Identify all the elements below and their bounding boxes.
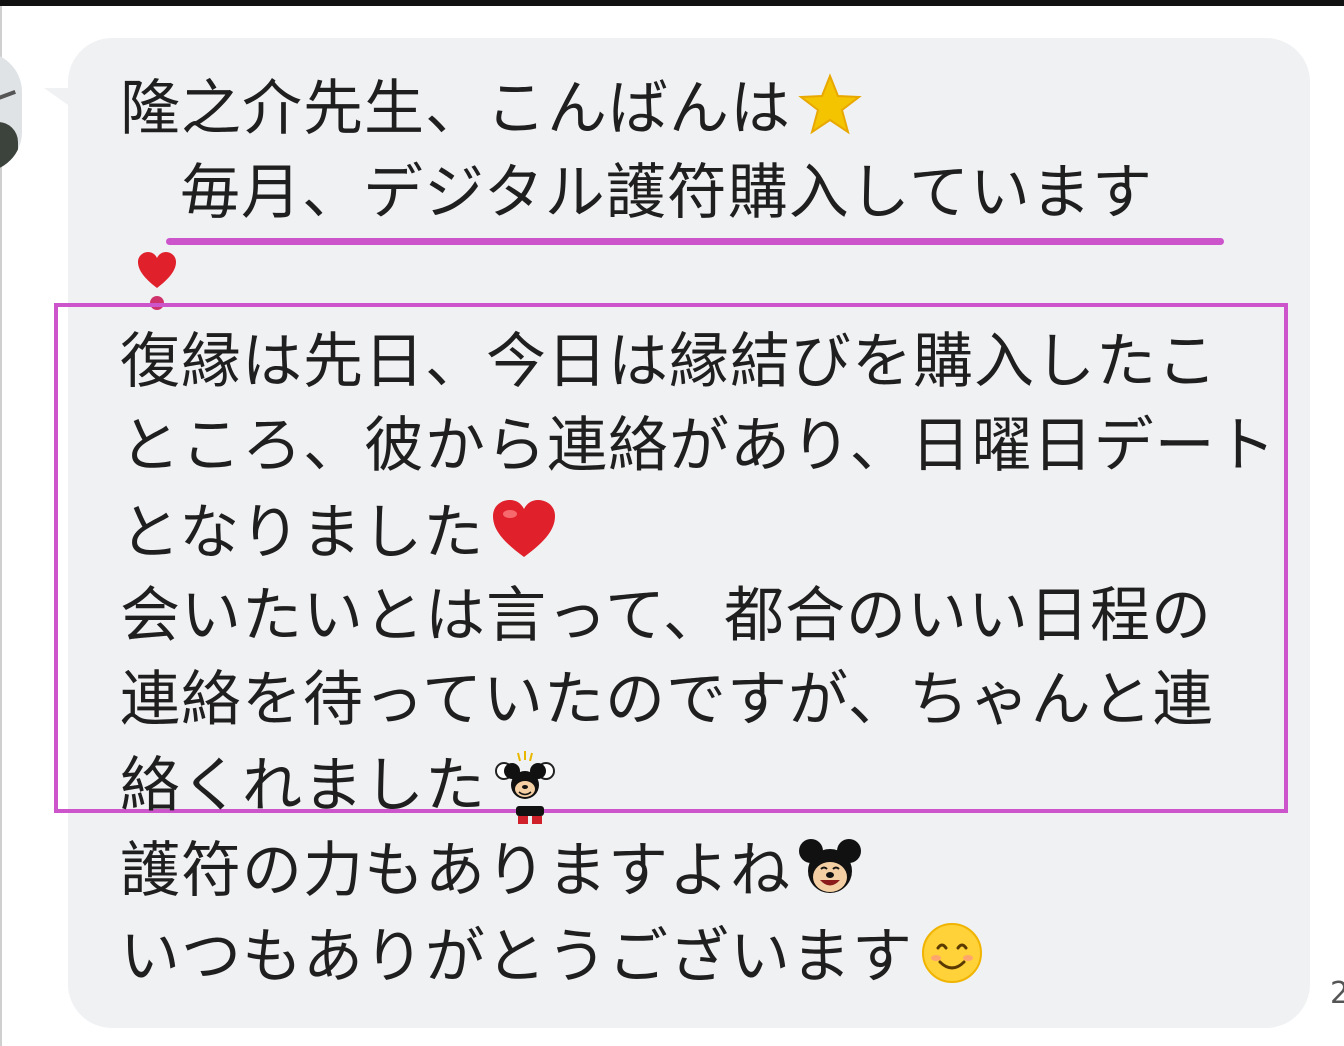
message-timestamp: 2: [1330, 976, 1344, 1011]
message-text: いつもありがとうございます: [120, 922, 913, 993]
message-text: 復縁は先日、今日は縁結びを購入したこ: [120, 327, 1218, 397]
message-line-greeting: 隆之介先生、こんばんは: [120, 72, 863, 153]
small-heart-icon: [136, 250, 178, 294]
smiling-face-icon: [919, 920, 985, 1001]
star-icon: [797, 72, 863, 153]
mickey-smiling-icon: [797, 835, 863, 914]
message-line: 連絡を待っていたのですが、ちゃんと連: [120, 665, 1214, 735]
message-line: いつもありがとうございます: [120, 920, 985, 1001]
message-line: 絡くれました: [120, 749, 558, 830]
top-bar: [0, 0, 1344, 6]
message-text: 隆之介先生、こんばんは: [120, 74, 791, 145]
avatar-detail: [0, 90, 16, 102]
message-line: 護符の力もありますよね: [120, 835, 863, 914]
message-text: 絡くれました: [120, 751, 486, 822]
message-line: 復縁は先日、今日は縁結びを購入したこ: [120, 327, 1218, 397]
avatar[interactable]: [0, 52, 22, 172]
message-text: 連絡を待っていたのですが、ちゃんと連: [120, 665, 1214, 735]
highlight-underline: [166, 238, 1224, 245]
heart-icon: [490, 497, 558, 576]
message-text: 護符の力もありますよね: [120, 836, 791, 907]
message-line: 会いたいとは言って、都合のいい日程の: [120, 581, 1212, 651]
message-line: ところ、彼から連絡があり、日曜日デート: [120, 411, 1277, 481]
message-text: となりました: [120, 498, 485, 569]
message-text: ところ、彼から連絡があり、日曜日デート: [120, 411, 1277, 481]
message-line: となりました: [120, 497, 558, 576]
mickey-peek-detail: [512, 806, 548, 826]
avatar-shadow: [0, 122, 18, 172]
message-line-purchase: 毎月、デジタル護符購入しています: [180, 158, 1153, 228]
message-text: 会いたいとは言って、都合のいい日程の: [120, 581, 1212, 651]
message-text: 毎月、デジタル護符購入しています: [180, 158, 1153, 228]
